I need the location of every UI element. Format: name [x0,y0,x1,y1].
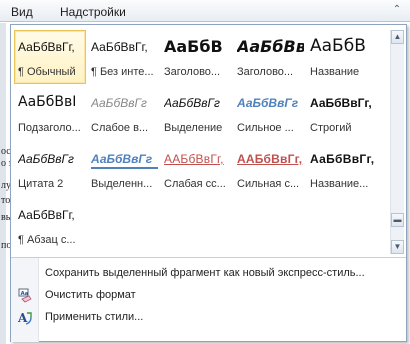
style-sample: ААБбВвГг, [164,152,224,166]
ribbon-collapse-icon[interactable]: ⌃ [390,3,404,17]
style-sample: АаБбВ [310,36,366,56]
style-label: Цитата 2 [18,178,64,190]
style-sample: АаБбВвІ [18,94,77,110]
style-emphasis[interactable]: АаБбВвГг Выделение [160,86,232,140]
style-sample: АаБбВвГг, [91,40,148,54]
style-label: Название... [310,178,369,190]
style-label: ¶ Обычный [18,66,76,78]
menu-item-label: Очистить формат [45,289,136,301]
style-label: Слабое в... [91,122,149,134]
expand-gallery-icon[interactable]: ▬ [391,213,404,227]
style-sample: АаБбВвГг [164,96,220,110]
ribbon-tab-bar: Вид Надстройки ⌃ [0,0,410,22]
style-intense-emphasis[interactable]: АаБбВвГг Сильное ... [233,86,305,140]
save-quick-style-menu-item[interactable]: Сохранить выделенный фрагмент как новый … [11,263,406,285]
style-label: Строгий [310,122,352,134]
apply-styles-menu-item[interactable]: A Применить стили... [11,307,406,329]
style-no-spacing[interactable]: АаБбВвГг, ¶ Без инте... [87,30,159,84]
style-sample: АаБбВвГг, [18,40,75,54]
svg-text:A: A [17,311,28,325]
tab-addins[interactable]: Надстройки [60,5,126,19]
clear-formatting-icon: Aa [17,288,33,304]
style-label: Название [310,66,360,78]
gallery-scrollbar[interactable]: ▲ ▬ ▼ [390,30,404,254]
style-heading-2[interactable]: АаБбВв Заголово... [233,30,305,84]
svg-text:Aa: Aa [21,291,29,297]
style-label: Заголово... [164,66,221,78]
style-list-paragraph[interactable]: АаБбВвГг, ¶ Абзац с... [14,198,86,252]
quick-styles-gallery: АаБбВвГг, ¶ Обычный АаБбВвГг, ¶ Без инте… [10,24,407,342]
style-label: ¶ Без инте... [91,66,154,78]
style-quote[interactable]: АаБбВвГг Цитата 2 [14,142,86,196]
style-sample: ААБбВвГг, [237,152,303,166]
scroll-up-icon[interactable]: ▲ [391,30,404,44]
scroll-down-icon[interactable]: ▼ [391,240,404,254]
style-label: Подзаголо... [18,122,81,134]
style-label: ¶ Абзац с... [18,234,76,246]
style-label: Заголово... [237,66,294,78]
style-subtitle[interactable]: АаБбВвІ Подзаголо... [14,86,86,140]
style-title[interactable]: АаБбВ Название [306,30,378,84]
style-book-title[interactable]: АаБбВвГг, Название... [306,142,378,196]
style-heading-1[interactable]: АаБбВ Заголово... [160,30,232,84]
style-intense-quote[interactable]: АаБбВвГг Выделенн... [87,142,159,196]
style-sample: АаБбВвГг [18,152,74,166]
styles-menu: Сохранить выделенный фрагмент как новый … [11,257,406,342]
style-strong[interactable]: АаБбВвГг, Строгий [306,86,378,140]
style-sample: АаБбВвГг, [310,152,375,166]
styles-grid: АаБбВвГг, ¶ Обычный АаБбВвГг, ¶ Без инте… [14,30,388,254]
style-label: Сильная с... [237,178,300,190]
style-intense-reference[interactable]: ААБбВвГг, Сильная с... [233,142,305,196]
style-sample: АаБбВвГг [237,96,299,110]
style-sample: АаБбВвГг, [18,208,75,222]
style-sample: АаБбВвГг [91,96,147,110]
style-label: Сильное ... [237,122,294,134]
style-sample: АаБбВвГг [91,152,158,169]
style-subtle-reference[interactable]: ААБбВвГг, Слабая сс... [160,142,232,196]
style-normal[interactable]: АаБбВвГг, ¶ Обычный [14,30,86,84]
menu-item-label: Сохранить выделенный фрагмент как новый … [45,267,365,279]
style-label: Выделение [164,122,223,134]
style-sample: АаБбВ [164,37,223,56]
style-label: Слабая сс... [164,178,226,190]
style-label: Выделенн... [91,178,153,190]
tab-view[interactable]: Вид [11,5,33,19]
clear-formatting-menu-item[interactable]: Aa Очистить формат [11,285,406,307]
style-sample: АаБбВв [237,37,304,56]
menu-item-label: Применить стили... [45,311,144,323]
style-sample: АаБбВвГг, [310,96,372,110]
apply-styles-icon: A [17,310,33,326]
style-subtle-emphasis[interactable]: АаБбВвГг Слабое в... [87,86,159,140]
